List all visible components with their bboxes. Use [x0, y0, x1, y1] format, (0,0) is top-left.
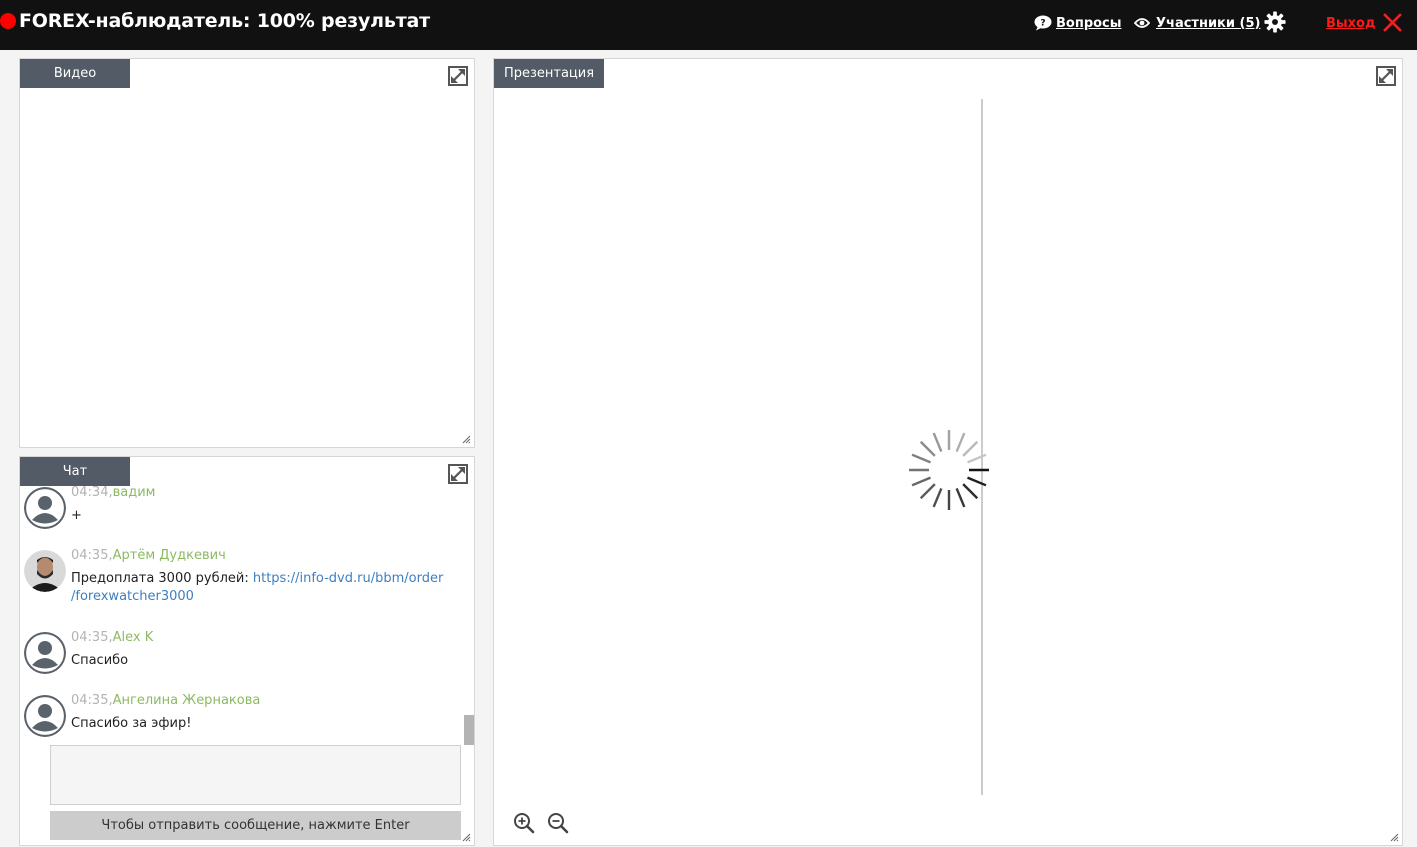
spinner-tick [919, 440, 936, 457]
top-header: FOREX-наблюдатель: 100% результат ? Вопр… [0, 0, 1417, 50]
chat-tab[interactable]: Чат [20, 457, 130, 486]
chat-panel: Чат 04:34,вадим + 04:35,Артём Дудкевич П… [19, 456, 475, 846]
resize-grip-icon[interactable] [462, 833, 471, 842]
message-author[interactable]: вадим [113, 485, 156, 500]
page-title: FOREX-наблюдатель: 100% результат [19, 10, 430, 32]
message-time: 04:35, [71, 548, 113, 563]
eye-icon [1134, 18, 1150, 28]
message-text-body: Предоплата 3000 рублей: [71, 571, 253, 586]
spinner-tick [967, 453, 987, 464]
order-link[interactable]: https://info-dvd.ru/bbm/order [253, 571, 443, 586]
message-author[interactable]: Артём Дудкевич [113, 548, 226, 563]
chat-message-input[interactable] [50, 745, 461, 805]
message-header: 04:35,Ангелина Жернакова [71, 693, 260, 708]
spinner-tick [955, 432, 966, 452]
message-header: 04:34,вадим [71, 485, 155, 500]
spinner-tick [967, 476, 987, 487]
loading-spinner-icon [909, 430, 989, 510]
resize-grip-icon[interactable] [1390, 833, 1399, 842]
participants-label: Участники (5) [1156, 15, 1261, 31]
svg-text:?: ? [1040, 19, 1045, 29]
spinner-tick [932, 488, 943, 508]
close-icon[interactable] [1383, 13, 1402, 32]
expand-icon[interactable] [448, 464, 468, 484]
message-header: 04:35,Артём Дудкевич [71, 548, 226, 563]
message-text: Предоплата 3000 рублей: https://info-dvd… [71, 570, 456, 606]
message-time: 04:35, [71, 630, 113, 645]
photo-avatar [24, 550, 66, 592]
spinner-tick [911, 476, 931, 487]
presentation-panel: Презентация [493, 58, 1403, 846]
questions-label: Вопросы [1056, 15, 1122, 31]
spinner-tick [919, 483, 936, 500]
spinner-tick [955, 488, 966, 508]
zoom-in-icon[interactable] [513, 812, 535, 834]
spinner-tick [962, 483, 979, 500]
message-time: 04:35, [71, 693, 113, 708]
chat-scrollbar[interactable] [464, 715, 474, 745]
video-tab[interactable]: Видео [20, 59, 130, 88]
exit-label: Выход [1326, 15, 1376, 31]
message-header: 04:35,Alex K [71, 630, 153, 645]
expand-icon[interactable] [448, 66, 468, 86]
presentation-tab[interactable]: Презентация [494, 59, 604, 88]
spinner-tick [962, 440, 979, 457]
user-icon [24, 632, 66, 674]
video-panel: Видео [19, 58, 475, 448]
question-bubble-icon: ? [1034, 15, 1052, 31]
gear-icon[interactable] [1264, 11, 1286, 33]
message-text: + [71, 508, 82, 523]
exit-link[interactable]: Выход [1326, 13, 1375, 33]
expand-icon[interactable] [1376, 66, 1396, 86]
message-text: Спасибо [71, 653, 129, 668]
zoom-out-icon[interactable] [547, 812, 569, 834]
send-message-button[interactable]: Чтобы отправить сообщение, нажмите Enter [50, 811, 461, 840]
user-icon [24, 487, 66, 529]
spinner-tick [911, 453, 931, 464]
resize-grip-icon[interactable] [462, 435, 471, 444]
order-link-continued[interactable]: /forexwatcher3000 [71, 589, 194, 604]
live-indicator-icon [0, 13, 16, 29]
participants-link[interactable]: Участники (5) [1134, 13, 1260, 33]
message-text: Спасибо за эфир! [71, 716, 192, 731]
message-author[interactable]: Ангелина Жернакова [113, 693, 261, 708]
message-time: 04:34, [71, 485, 113, 500]
user-icon [24, 695, 66, 737]
message-author[interactable]: Alex K [113, 630, 154, 645]
spinner-tick [932, 432, 943, 452]
questions-link[interactable]: ? Вопросы [1034, 13, 1122, 33]
